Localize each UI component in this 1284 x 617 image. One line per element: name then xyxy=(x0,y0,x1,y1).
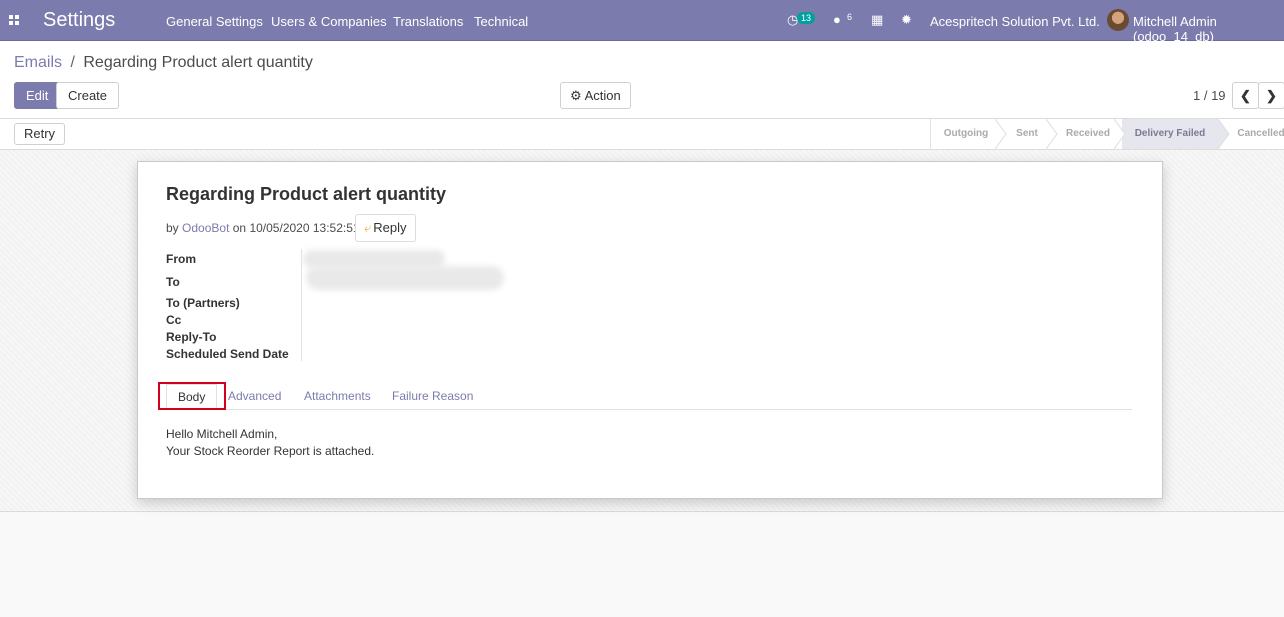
gift-icon[interactable]: ▦ xyxy=(871,12,883,28)
action-dropdown-button[interactable]: ⚙ Action xyxy=(560,82,631,109)
stage-arrow-separator xyxy=(995,119,1007,149)
tab-failure-reason[interactable]: Failure Reason xyxy=(392,384,473,410)
pager-value[interactable]: 1 / 19 xyxy=(1193,88,1226,103)
breadcrumb-separator: / xyxy=(70,54,75,71)
field-label-to-partners: To (Partners) xyxy=(166,296,240,310)
messages-count-badge: 6 xyxy=(847,12,853,22)
reply-label: Reply xyxy=(373,220,407,235)
stage-outgoing[interactable]: Outgoing xyxy=(931,119,1001,149)
body-line-greeting: Hello Mitchell Admin, xyxy=(166,427,278,441)
company-switcher[interactable]: Acespritech Solution Pvt. Ltd. xyxy=(930,14,1100,29)
chevron-right-icon: ❯ xyxy=(1266,88,1277,103)
apps-menu-icon[interactable] xyxy=(9,15,20,26)
field-label-reply-to: Reply-To xyxy=(166,330,217,344)
menu-users-companies[interactable]: Users & Companies xyxy=(271,14,387,29)
edit-button[interactable]: Edit xyxy=(14,82,61,109)
statusbar: Retry Outgoing Sent Received Delivery Fa… xyxy=(0,119,1284,150)
menu-technical[interactable]: Technical xyxy=(474,14,528,29)
stage-cancelled[interactable]: Cancelled xyxy=(1226,119,1284,149)
redacted-to-value xyxy=(306,266,504,290)
user-menu[interactable]: Mitchell Admin (odoo_14_db) xyxy=(1133,14,1284,44)
breadcrumb-emails-link[interactable]: Emails xyxy=(14,54,62,71)
mail-form-sheet: Regarding Product alert quantity by Odoo… xyxy=(137,161,1163,499)
top-navbar: Settings General Settings Users & Compan… xyxy=(0,0,1284,44)
tab-advanced[interactable]: Advanced xyxy=(228,384,281,410)
date-prefix: on xyxy=(232,221,247,235)
field-label-to: To xyxy=(166,275,180,289)
stage-arrow-separator xyxy=(1046,119,1058,149)
mail-date: 10/05/2020 13:52:51 xyxy=(249,221,360,235)
mail-author-line: by OdooBot on 10/05/2020 13:52:51 xyxy=(166,221,360,235)
gear-icon: ⚙ xyxy=(570,88,582,103)
field-label-from: From xyxy=(166,252,196,266)
user-avatar[interactable] xyxy=(1107,9,1129,31)
tab-attachments[interactable]: Attachments xyxy=(304,384,371,410)
breadcrumb-current: Regarding Product alert quantity xyxy=(83,54,313,71)
notebook-tabs: Body Advanced Attachments Failure Reason xyxy=(166,384,1132,410)
create-button[interactable]: Create xyxy=(56,82,120,109)
stage-arrow-separator xyxy=(1218,119,1230,149)
retry-button[interactable]: Retry xyxy=(14,123,66,145)
chevron-left-icon: ❮ xyxy=(1240,88,1251,103)
reply-icon: ⤶ xyxy=(364,220,372,235)
app-title: Settings xyxy=(43,9,116,31)
stage-sent[interactable]: Sent xyxy=(1006,119,1048,149)
stage-received[interactable]: Received xyxy=(1054,119,1122,149)
tab-highlight-annotation xyxy=(158,382,226,410)
body-line-message: Your Stock Reorder Report is attached. xyxy=(166,444,375,458)
field-label-cc: Cc xyxy=(166,313,182,327)
reply-button[interactable]: ⤶ Reply xyxy=(355,214,416,242)
pager-next-button[interactable]: ❯ xyxy=(1258,82,1284,109)
pager-previous-button[interactable]: ❮ xyxy=(1232,82,1259,109)
menu-general-settings[interactable]: General Settings xyxy=(166,14,263,29)
author-link[interactable]: OdooBot xyxy=(182,221,229,235)
field-divider xyxy=(301,249,302,361)
menu-translations[interactable]: Translations xyxy=(393,14,463,29)
debug-bug-icon[interactable]: ✹ xyxy=(901,12,912,28)
mail-subject: Regarding Product alert quantity xyxy=(166,184,447,204)
control-panel: Emails / Regarding Product alert quantit… xyxy=(0,41,1284,119)
messages-icon[interactable]: ● xyxy=(833,12,841,27)
field-label-scheduled-send-date: Scheduled Send Date xyxy=(166,347,289,361)
stage-arrow-separator xyxy=(1114,119,1126,149)
stage-delivery-failed: Delivery Failed xyxy=(1122,119,1218,149)
activity-count-badge: 13 xyxy=(797,12,816,24)
by-prefix: by xyxy=(166,221,179,235)
breadcrumb: Emails / Regarding Product alert quantit… xyxy=(14,54,313,72)
action-label: Action xyxy=(584,88,621,103)
